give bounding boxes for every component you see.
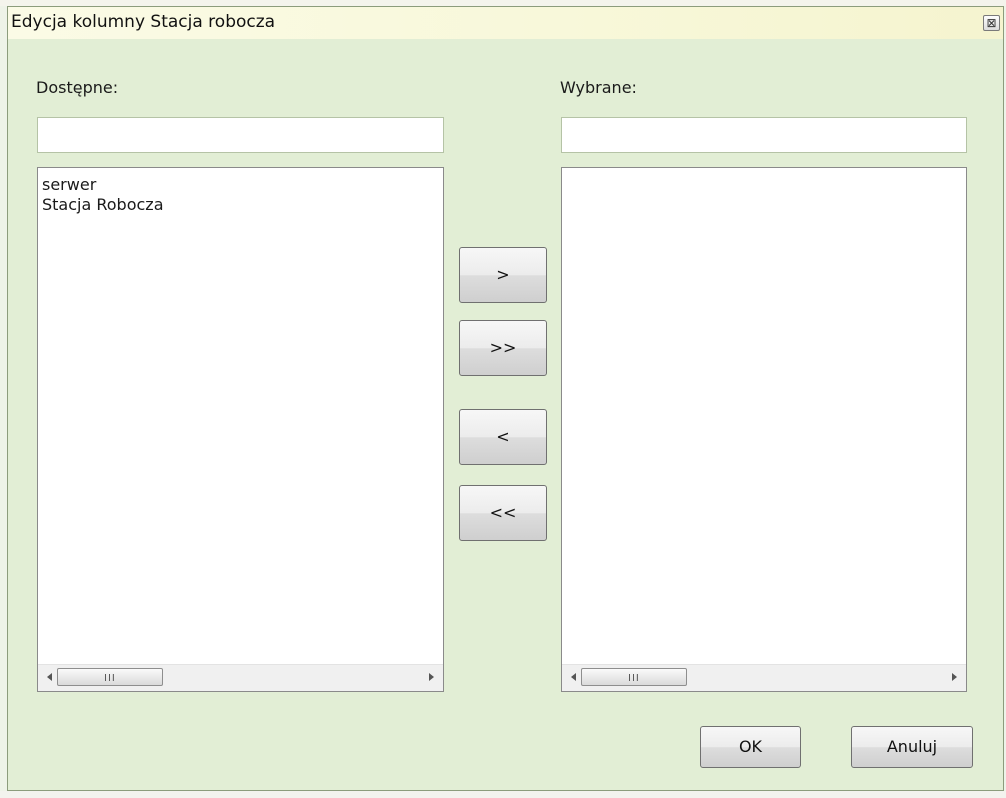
edit-column-dialog: Edycja kolumny Stacja robocza ⊠ Dostępne… (7, 6, 1004, 791)
available-hscrollbar[interactable]: III (38, 664, 443, 691)
add-all-button[interactable]: >> (459, 320, 547, 376)
close-button[interactable]: ⊠ (983, 15, 1000, 31)
close-icon: ⊠ (986, 16, 997, 30)
remove-all-button[interactable]: << (459, 485, 547, 541)
list-item[interactable]: serwer (42, 175, 164, 195)
remove-button[interactable]: < (459, 409, 547, 465)
selected-listbox[interactable]: III (561, 167, 967, 692)
dialog-title: Edycja kolumny Stacja robocza (11, 12, 276, 32)
add-button[interactable]: > (459, 247, 547, 303)
scroll-thumb[interactable]: III (57, 668, 163, 686)
list-item[interactable]: Stacja Robocza (42, 195, 164, 215)
dialog-titlebar: Edycja kolumny Stacja robocza ⊠ (8, 7, 1003, 39)
selected-hscrollbar[interactable]: III (562, 664, 966, 691)
selected-filter-input[interactable] (561, 117, 967, 153)
scroll-grip-icon: III (104, 673, 116, 684)
scroll-right-arrow-icon[interactable] (429, 673, 434, 681)
scroll-left-arrow-icon[interactable] (47, 673, 52, 681)
scroll-grip-icon: III (628, 673, 640, 684)
available-filter-input[interactable] (37, 117, 444, 153)
available-label: Dostępne: (36, 78, 119, 97)
ok-button[interactable]: OK (700, 726, 801, 768)
available-listbox[interactable]: serwer Stacja Robocza III (37, 167, 444, 692)
scroll-left-arrow-icon[interactable] (571, 673, 576, 681)
scroll-right-arrow-icon[interactable] (952, 673, 957, 681)
cancel-button[interactable]: Anuluj (851, 726, 973, 768)
available-items: serwer Stacja Robocza (42, 175, 164, 215)
background-window-strip-bottom (0, 791, 1006, 798)
scroll-thumb[interactable]: III (581, 668, 687, 686)
selected-label: Wybrane: (560, 78, 637, 97)
